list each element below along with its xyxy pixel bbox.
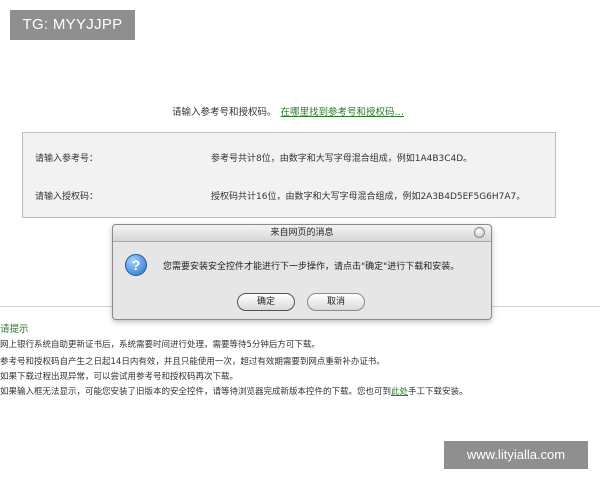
dialog-title: 来自网页的消息 — [270, 228, 334, 238]
ok-button[interactable]: 确定 — [237, 293, 295, 311]
auth-code-hint: 授权码共计16位，由数字和大写字母混合组成，例如2A3B4D5EF5G6H7A7… — [211, 192, 526, 202]
reference-hint: 参考号共计8位，由数字和大写字母混合组成，例如1A4B3C4D。 — [211, 154, 473, 164]
tip-item: 如果输入框无法显示，可能您安装了旧版本的安全控件，请等待浏览器完成新版本控件的下… — [0, 385, 468, 397]
auth-code-label: 请输入授权码： — [35, 192, 99, 202]
close-icon[interactable] — [474, 227, 485, 238]
reference-label: 请输入参考号： — [35, 154, 99, 164]
code-input-panel: 请输入参考号： 参考号共计8位，由数字和大写字母混合组成，例如1A4B3C4D。… — [22, 132, 556, 218]
tips-title: 请提示 — [0, 324, 29, 335]
tip-text: 手工下载安装。 — [408, 387, 468, 397]
dialog-message: 您需要安装安全控件才能进行下一步操作，请点击"确定"进行下载和安装。 — [163, 262, 460, 272]
question-icon: ? — [125, 254, 147, 276]
tips-section: 请提示 网上银行系统自助更新证书后，系统需要时间进行处理，需要等待5分钟后方可下… — [0, 306, 600, 410]
dialog-titlebar: 来自网页的消息 — [113, 225, 491, 242]
help-link[interactable]: 在哪里找到参考号和授权码… — [281, 107, 405, 118]
message-dialog: 来自网页的消息 ? 您需要安装安全控件才能进行下一步操作，请点击"确定"进行下载… — [112, 224, 492, 320]
site-watermark: www.lityialla.com — [444, 441, 588, 469]
watermark-tag: TG: MYYJJPP — [10, 10, 135, 40]
tip-text: 如果输入框无法显示，可能您安装了旧版本的安全控件，请等待浏览器完成新版本控件的下… — [0, 387, 392, 397]
tip-item: 参考号和授权码自产生之日起14日内有效，并且只能使用一次，超过有效期需要到网点重… — [0, 357, 385, 367]
reference-row: 请输入参考号： 参考号共计8位，由数字和大写字母混合组成，例如1A4B3C4D。 — [35, 151, 472, 164]
tip-item: 如果下载过程出现异常，可以尝试用参考号和授权码再次下载。 — [0, 372, 239, 382]
prompt-text: 请输入参考号和授权码。 — [172, 107, 277, 118]
cancel-button[interactable]: 取消 — [307, 293, 365, 311]
tip-item: 网上银行系统自助更新证书后，系统需要时间进行处理，需要等待5分钟后方可下载。 — [0, 340, 320, 350]
auth-code-row: 请输入授权码： 授权码共计16位，由数字和大写字母混合组成，例如2A3B4D5E… — [35, 189, 525, 202]
prompt-line: 请输入参考号和授权码。 在哪里找到参考号和授权码… — [172, 104, 404, 118]
manual-download-link[interactable]: 此处 — [391, 387, 408, 397]
